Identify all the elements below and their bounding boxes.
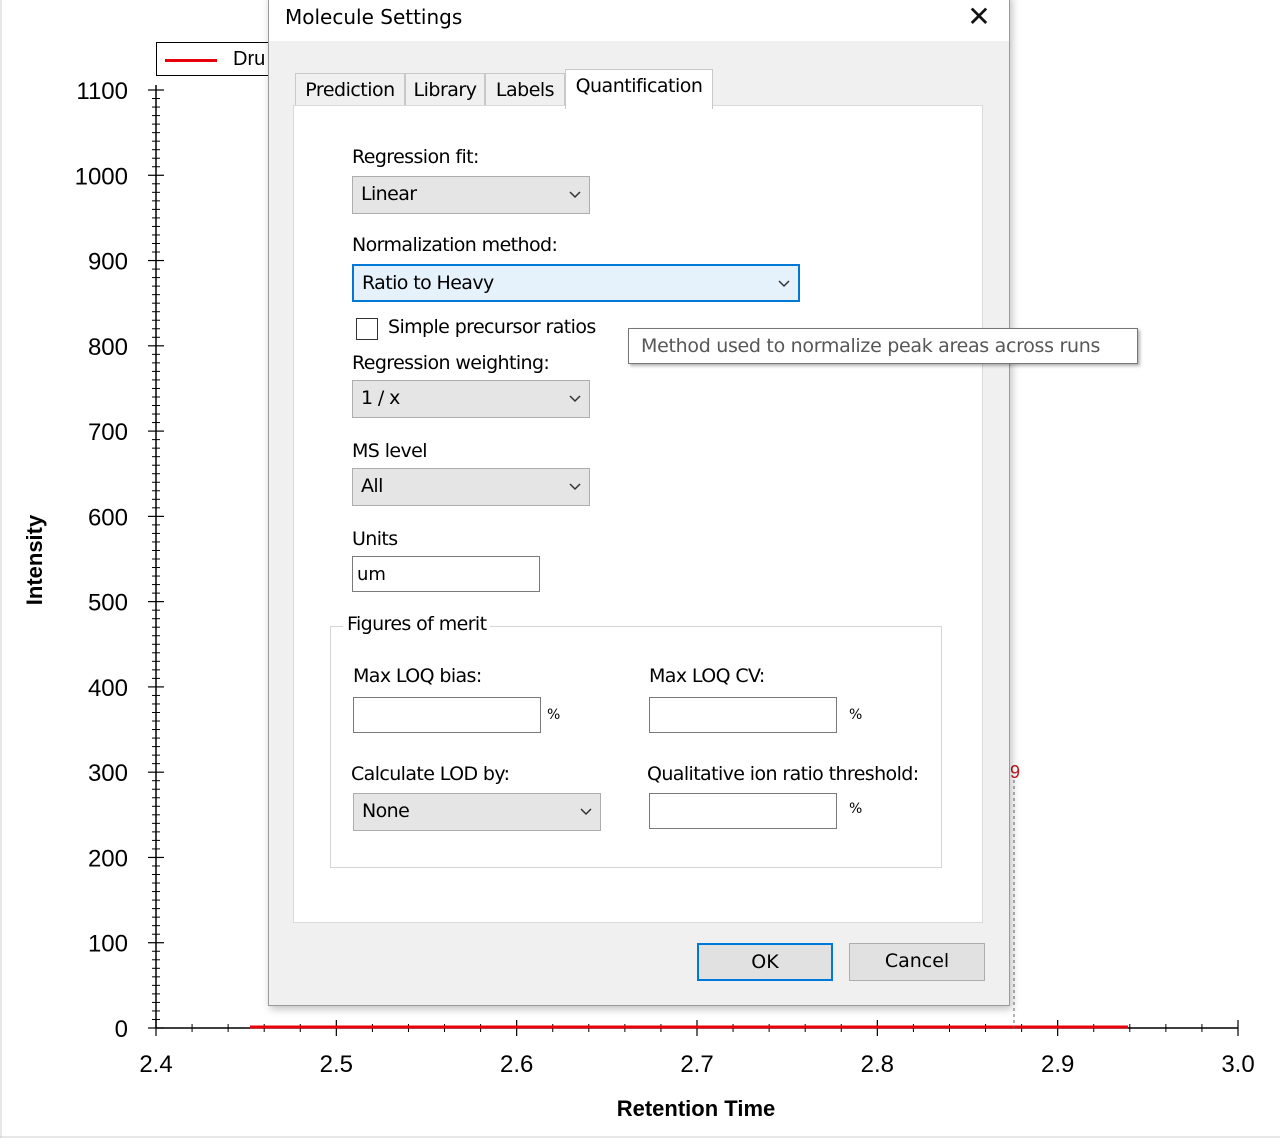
max-loq-cv-field[interactable] <box>649 697 837 733</box>
figures-of-merit-group: Figures of merit Max LOQ bias: % Max LOQ… <box>330 613 942 868</box>
regression-fit-select[interactable]: Linear <box>352 176 590 214</box>
ok-button[interactable]: OK <box>697 943 833 981</box>
x-axis: 2.4 2.5 2.6 2.7 2.8 2.9 3.0 <box>139 1020 1255 1078</box>
quantification-panel: Regression fit: Linear Normalization met… <box>293 105 983 923</box>
chevron-down-icon <box>569 483 581 491</box>
y-tick-label: 1000 <box>75 163 128 190</box>
units-label: Units <box>352 528 398 550</box>
regression-weighting-value: 1 / x <box>361 387 400 409</box>
chevron-down-icon <box>580 808 592 816</box>
calc-lod-label: Calculate LOD by: <box>351 763 510 785</box>
legend-text: Dru <box>233 48 266 70</box>
tab-library[interactable]: Library <box>405 73 485 107</box>
y-axis-label: Intensity <box>22 514 47 605</box>
max-loq-bias-field[interactable] <box>353 697 541 733</box>
y-tick-label: 500 <box>88 590 128 617</box>
x-tick-label: 2.8 <box>861 1051 894 1078</box>
close-icon[interactable]: ✕ <box>959 0 999 35</box>
x-tick-label: 3.0 <box>1221 1051 1254 1078</box>
normalization-select[interactable]: Ratio to Heavy <box>352 264 800 302</box>
tab-prediction[interactable]: Prediction <box>295 73 405 107</box>
legend-swatch <box>165 59 217 62</box>
regression-fit-value: Linear <box>361 183 417 205</box>
x-tick-label: 2.7 <box>680 1051 713 1078</box>
ion-ratio-unit: % <box>849 801 863 817</box>
y-tick-label: 600 <box>88 504 128 531</box>
max-loq-cv-label: Max LOQ CV: <box>649 665 765 687</box>
ion-ratio-label: Qualitative ion ratio threshold: <box>647 763 919 785</box>
chevron-down-icon <box>778 280 790 288</box>
y-axis: 110010009008007006005004003002001000 <box>75 78 164 1043</box>
normalization-value: Ratio to Heavy <box>362 272 494 294</box>
max-loq-bias-label: Max LOQ bias: <box>353 665 482 687</box>
molecule-settings-dialog: Molecule Settings ✕ Prediction Library L… <box>268 0 1010 1006</box>
units-field[interactable] <box>352 556 540 592</box>
y-tick-label: 700 <box>88 419 128 446</box>
normalization-label: Normalization method: <box>352 234 558 256</box>
figures-of-merit-title: Figures of merit <box>343 613 491 635</box>
y-tick-label: 100 <box>88 931 128 958</box>
max-loq-bias-unit: % <box>547 707 561 723</box>
title-bar: Molecule Settings ✕ <box>269 0 1009 41</box>
y-tick-label: 900 <box>88 249 128 276</box>
y-tick-label: 1100 <box>76 78 128 105</box>
y-tick-label: 400 <box>88 675 128 702</box>
x-tick-label: 2.4 <box>139 1051 172 1078</box>
ion-ratio-input[interactable] <box>650 794 836 828</box>
normalization-tooltip: Method used to normalize peak areas acro… <box>628 328 1138 364</box>
ms-level-select[interactable]: All <box>352 468 590 506</box>
ion-ratio-field[interactable] <box>649 793 837 829</box>
tab-labels[interactable]: Labels <box>485 73 565 107</box>
max-loq-cv-input[interactable] <box>650 698 836 732</box>
calc-lod-select[interactable]: None <box>353 793 601 831</box>
peak-label: 9 <box>1010 762 1020 782</box>
x-tick-label: 2.6 <box>500 1051 533 1078</box>
tab-quantification[interactable]: Quantification <box>565 69 713 109</box>
ms-level-value: All <box>361 475 383 497</box>
units-input[interactable] <box>353 557 539 591</box>
y-tick-label: 300 <box>88 760 128 787</box>
ms-level-label: MS level <box>352 440 427 462</box>
chevron-down-icon <box>569 395 581 403</box>
max-loq-bias-input[interactable] <box>354 698 540 732</box>
y-tick-label: 200 <box>88 845 128 872</box>
chevron-down-icon <box>569 191 581 199</box>
x-tick-label: 2.5 <box>320 1051 353 1078</box>
simple-ratios-label: Simple precursor ratios <box>388 316 596 338</box>
max-loq-cv-unit: % <box>849 707 863 723</box>
dialog-title: Molecule Settings <box>285 5 463 29</box>
regression-fit-label: Regression fit: <box>352 146 479 168</box>
calc-lod-value: None <box>362 800 410 822</box>
regression-weighting-select[interactable]: 1 / x <box>352 380 590 418</box>
simple-ratios-checkbox[interactable] <box>356 318 378 340</box>
x-tick-label: 2.9 <box>1041 1051 1074 1078</box>
y-tick-label: 0 <box>115 1016 128 1043</box>
cancel-button[interactable]: Cancel <box>849 943 985 981</box>
y-tick-label: 800 <box>88 334 128 361</box>
x-axis-label: Retention Time <box>617 1096 776 1121</box>
regression-weighting-label: Regression weighting: <box>352 352 550 374</box>
